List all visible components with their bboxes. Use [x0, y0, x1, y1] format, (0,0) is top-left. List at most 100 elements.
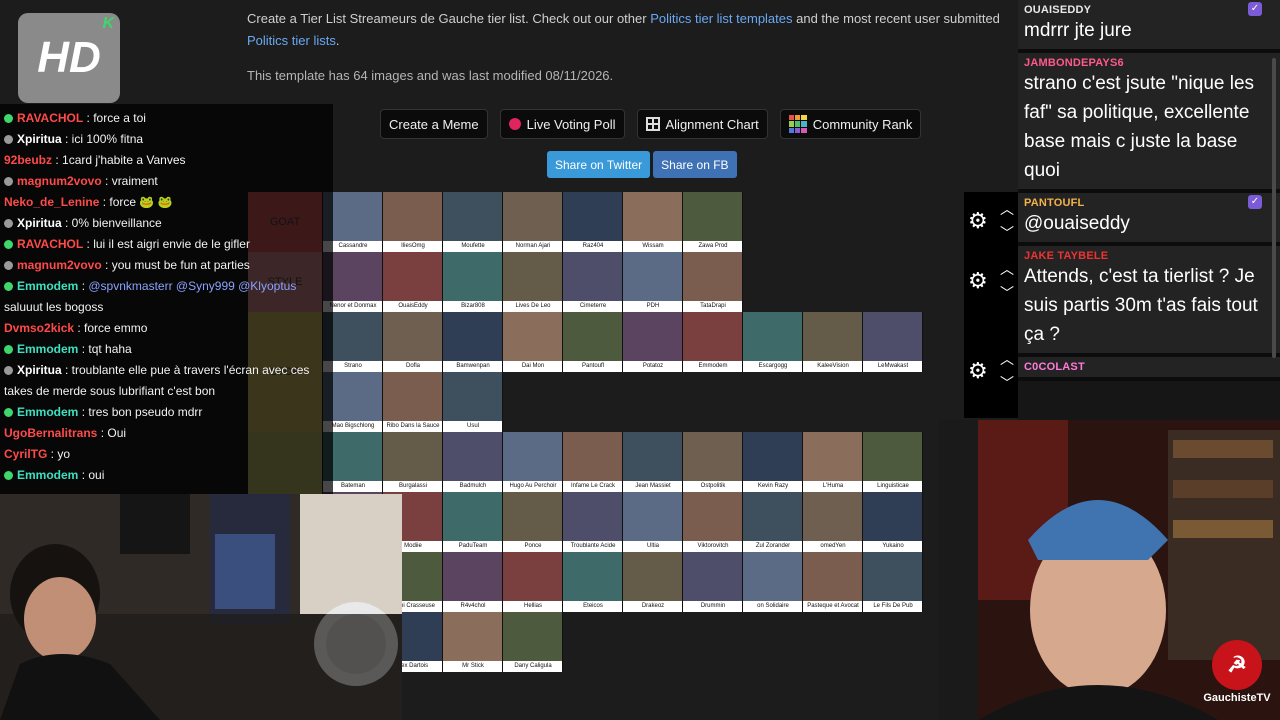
- streamer-avatar: [683, 432, 742, 481]
- tier-item[interactable]: PDH: [623, 252, 683, 312]
- tier-item[interactable]: Pantoufl: [563, 312, 623, 372]
- tier-item[interactable]: Jean Massiet: [623, 432, 683, 492]
- tier-item[interactable]: Ponce: [503, 492, 563, 552]
- tier-item[interactable]: Ribo Dans la Sauce: [383, 372, 443, 432]
- chat-username[interactable]: C0COLAST: [1024, 361, 1274, 373]
- tier-control-goat: ⚙ ︿ ﹀: [964, 192, 1018, 252]
- chevron-down-icon[interactable]: ﹀: [1000, 376, 1014, 390]
- chat-username[interactable]: magnum2vovo: [17, 174, 102, 188]
- tier-item[interactable]: OuaisEddy: [383, 252, 443, 312]
- tier-item[interactable]: Yukaino: [863, 492, 923, 552]
- tier-item[interactable]: Ultia: [623, 492, 683, 552]
- chat-username[interactable]: Emmodem: [17, 468, 78, 482]
- tier-item[interactable]: Hellias: [503, 552, 563, 612]
- chat-username[interactable]: RAVACHOL: [17, 111, 83, 125]
- gear-icon[interactable]: ⚙: [968, 360, 990, 382]
- tier-item[interactable]: Moufette: [443, 192, 503, 252]
- streamer-name: Dofla: [383, 361, 442, 372]
- tier-item[interactable]: Drummin: [683, 552, 743, 612]
- chat-username[interactable]: CyrilTG: [4, 447, 47, 461]
- tier-item[interactable]: Wissam: [623, 192, 683, 252]
- politics-templates-link[interactable]: Politics tier list templates: [650, 11, 792, 26]
- chat-username[interactable]: Xpiritua: [17, 363, 62, 377]
- tier-item[interactable]: Dany Caligula: [503, 612, 563, 672]
- tier-item[interactable]: IliesOmg: [383, 192, 443, 252]
- tier-item[interactable]: R4v4chol: [443, 552, 503, 612]
- tier-item[interactable]: Ostpolitik: [683, 432, 743, 492]
- chat-message: magnum2vovo : you must be fun at parties: [0, 255, 333, 276]
- tier-item[interactable]: Eteicos: [563, 552, 623, 612]
- tier-item[interactable]: Norman Ajari: [503, 192, 563, 252]
- chat-username[interactable]: JAKE TAYBELE: [1024, 250, 1274, 262]
- gear-icon[interactable]: ⚙: [968, 210, 990, 232]
- tier-item[interactable]: L'Huma: [803, 432, 863, 492]
- tier-item[interactable]: Bamwenpan: [443, 312, 503, 372]
- streamer-avatar: [623, 312, 682, 361]
- streamer-name: Jean Massiet: [623, 481, 682, 492]
- tier-item[interactable]: Hugo Au Perchoir: [503, 432, 563, 492]
- tier-item[interactable]: Zul Zorander: [743, 492, 803, 552]
- chat-username[interactable]: Emmodem: [17, 405, 78, 419]
- tier-item[interactable]: Drakeoz: [623, 552, 683, 612]
- chat-text: saluuut les bogoss: [4, 300, 104, 314]
- chat-username[interactable]: UgoBernalitrans: [4, 426, 97, 440]
- chat-username[interactable]: Emmodem: [17, 342, 78, 356]
- chevron-up-icon[interactable]: ︿: [1000, 202, 1014, 216]
- chat-username[interactable]: PANTOUFL: [1024, 197, 1274, 209]
- tier-item[interactable]: Viktorovitch: [683, 492, 743, 552]
- tier-item[interactable]: Mr Stick: [443, 612, 503, 672]
- chat-username[interactable]: 92beubz: [4, 153, 52, 167]
- chat-scrollbar[interactable]: [1272, 58, 1276, 358]
- live-voting-poll-button[interactable]: Live Voting Poll: [499, 109, 625, 139]
- chat-username[interactable]: OUAISEDDY: [1024, 4, 1274, 16]
- tier-item[interactable]: TataDrapi: [683, 252, 743, 312]
- chat-text: : ici 100% fitna: [61, 132, 144, 146]
- tier-item[interactable]: Emmodem: [683, 312, 743, 372]
- tier-item[interactable]: Badmulch: [443, 432, 503, 492]
- community-rank-button[interactable]: Community Rank: [779, 109, 922, 139]
- chevron-down-icon[interactable]: ﹀: [1000, 286, 1014, 300]
- tier-item[interactable]: Pasteque et Avocat: [803, 552, 863, 612]
- tier-item[interactable]: KaleeVision: [803, 312, 863, 372]
- tier-item[interactable]: Dofla: [383, 312, 443, 372]
- tier-item[interactable]: on Solidaire: [743, 552, 803, 612]
- tier-item[interactable]: Linguisticae: [863, 432, 923, 492]
- tier-item[interactable]: Raz404: [563, 192, 623, 252]
- chevron-up-icon[interactable]: ︿: [1000, 262, 1014, 276]
- tier-item[interactable]: Bizar808: [443, 252, 503, 312]
- alignment-chart-button[interactable]: Alignment Chart: [636, 109, 768, 139]
- tier-item[interactable]: Escargogg: [743, 312, 803, 372]
- badge-icon: [4, 282, 13, 291]
- tier-item[interactable]: Usul: [443, 372, 503, 432]
- tier-item[interactable]: Lives De Leo: [503, 252, 563, 312]
- chevron-down-icon[interactable]: ﹀: [1000, 226, 1014, 240]
- tier-item[interactable]: Zawa Prod: [683, 192, 743, 252]
- tier-item[interactable]: Le Fils De Pub: [863, 552, 923, 612]
- chat-username[interactable]: magnum2vovo: [17, 258, 102, 272]
- tier-item[interactable]: Kevin Razy: [743, 432, 803, 492]
- politics-tier-lists-link[interactable]: Politics tier lists: [247, 33, 336, 48]
- chat-username[interactable]: Neko_de_Lenine: [4, 195, 99, 209]
- chat-username[interactable]: JAMBONDEPAYS6: [1024, 57, 1274, 69]
- chat-username[interactable]: Emmodem: [17, 279, 78, 293]
- tier-item[interactable]: LeMwakast: [863, 312, 923, 372]
- tier-item[interactable]: Troublante Acide: [563, 492, 623, 552]
- tier-item[interactable]: PaduTeam: [443, 492, 503, 552]
- gear-icon[interactable]: ⚙: [968, 270, 990, 292]
- chevron-up-icon[interactable]: ︿: [1000, 352, 1014, 366]
- streamer-name: Zawa Prod: [683, 241, 742, 252]
- chat-mention[interactable]: @spvnkmasterr @Syny999 @Klyoptus: [88, 279, 296, 293]
- share-facebook-button[interactable]: Share on FB: [653, 151, 737, 178]
- tier-item[interactable]: Burgalassi: [383, 432, 443, 492]
- share-twitter-button[interactable]: Share on Twitter: [547, 151, 651, 178]
- tier-item[interactable]: omedYen: [803, 492, 863, 552]
- tier-item[interactable]: Infame Le Crack: [563, 432, 623, 492]
- chat-username[interactable]: Xpiritua: [17, 132, 62, 146]
- chat-username[interactable]: RAVACHOL: [17, 237, 83, 251]
- tier-item[interactable]: Potatoz: [623, 312, 683, 372]
- tier-item[interactable]: Dai Mon: [503, 312, 563, 372]
- create-meme-button[interactable]: Create a Meme: [380, 109, 488, 139]
- chat-username[interactable]: Dvmso2kick: [4, 321, 74, 335]
- chat-username[interactable]: Xpiritua: [17, 216, 62, 230]
- tier-item[interactable]: Cimeterre: [563, 252, 623, 312]
